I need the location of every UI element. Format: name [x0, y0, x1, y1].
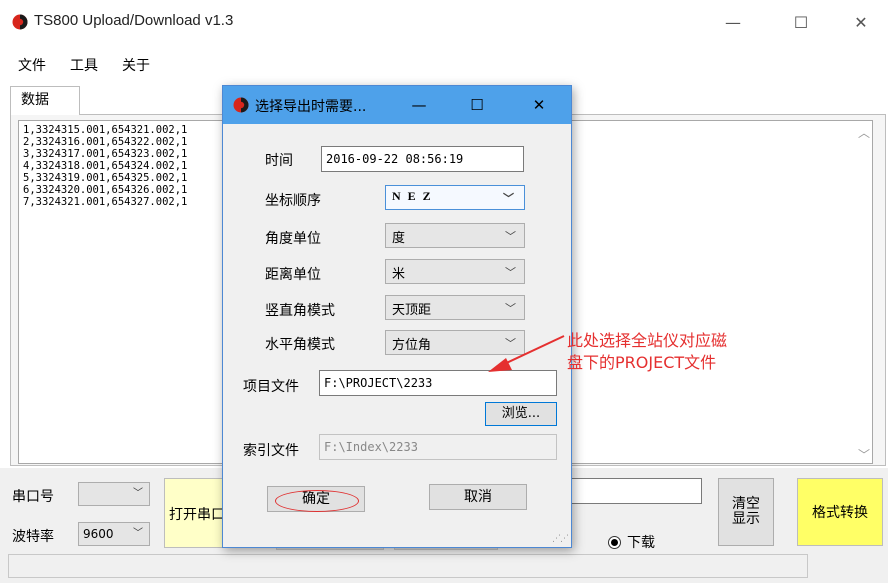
annotation-note: 此处选择全站仪对应磁 盘下的PROJECT文件	[567, 330, 727, 374]
coord-order-select[interactable]: N E Z ﹀	[385, 185, 525, 210]
dialog-title: 选择导出时需要...	[255, 99, 367, 115]
minimize-button[interactable]: —	[710, 7, 756, 37]
status-bar	[8, 554, 808, 578]
radio-download-label: 下载	[627, 535, 655, 551]
dialog-minimize-button[interactable]: —	[401, 90, 437, 120]
menubar: 文件 工具 关于	[0, 54, 162, 78]
angle-unit-value: 度	[392, 231, 406, 246]
time-input[interactable]: 2016-09-22 08:56:19	[321, 146, 524, 172]
coord-order-label: 坐标顺序	[265, 193, 321, 209]
app-icon	[233, 97, 249, 113]
export-options-dialog: 选择导出时需要... — ☐ ✕ 时间 2016-09-22 08:56:19 …	[222, 85, 572, 548]
radio-download[interactable]: 下载	[608, 532, 655, 552]
annotation-line2: 盘下的PROJECT文件	[567, 353, 717, 372]
chevron-down-icon: ﹀	[503, 193, 516, 205]
baud-rate-value: 9600	[83, 527, 114, 541]
close-button[interactable]: ✕	[838, 7, 884, 37]
menu-about[interactable]: 关于	[110, 54, 162, 78]
chevron-down-icon: ﹀	[505, 230, 516, 243]
vertical-angle-mode-label: 竖直角模式	[265, 303, 335, 319]
angle-unit-select[interactable]: 度 ﹀	[385, 223, 525, 248]
chevron-down-icon: ﹀	[505, 302, 516, 315]
window-title: TS800 Upload/Download v1.3	[34, 12, 234, 29]
index-file-input: F:\Index\2233	[319, 434, 557, 460]
radio-selected-icon	[608, 535, 621, 549]
menu-tools[interactable]: 工具	[58, 54, 110, 78]
horizontal-angle-mode-label: 水平角模式	[265, 337, 335, 353]
coord-order-value: N E Z	[392, 189, 433, 203]
baud-rate-label: 波特率	[12, 529, 54, 545]
distance-unit-value: 米	[392, 267, 406, 282]
vertical-angle-mode-select[interactable]: 天顶距 ﹀	[385, 295, 525, 320]
tab-data[interactable]: 数据	[10, 86, 80, 115]
scroll-down-icon[interactable]: ﹀	[858, 446, 870, 463]
menu-file[interactable]: 文件	[0, 54, 58, 78]
baud-rate-select[interactable]: 9600 ﹀	[78, 522, 150, 546]
dialog-maximize-button[interactable]: ☐	[459, 90, 495, 120]
angle-unit-label: 角度单位	[265, 231, 321, 247]
browse-button[interactable]: 浏览...	[485, 402, 557, 426]
dialog-close-button[interactable]: ✕	[521, 90, 557, 120]
com-port-label: 串口号	[12, 489, 54, 505]
com-port-select[interactable]: ﹀	[78, 482, 150, 506]
app-icon	[12, 14, 28, 30]
clear-display-button[interactable]: 清空 显示	[718, 478, 774, 546]
cancel-button[interactable]: 取消	[429, 484, 527, 510]
annotation-arrow-icon	[488, 335, 565, 372]
format-convert-button[interactable]: 格式转换	[797, 478, 883, 546]
chevron-down-icon: ﹀	[133, 488, 143, 499]
horizontal-angle-mode-value: 方位角	[392, 338, 432, 353]
chevron-down-icon: ﹀	[505, 266, 516, 279]
highlight-circle	[275, 490, 359, 512]
scroll-up-icon[interactable]: ︿	[858, 124, 870, 141]
clear-label-line2: 显示	[732, 511, 760, 527]
resize-grip-icon[interactable]: ⋰⋰	[552, 534, 569, 544]
index-file-label: 索引文件	[243, 443, 299, 459]
distance-unit-select[interactable]: 米 ﹀	[385, 259, 525, 284]
open-port-button[interactable]: 打开串口	[164, 478, 226, 548]
clear-label-line1: 清空	[732, 496, 760, 512]
time-label: 时间	[265, 153, 293, 169]
distance-unit-label: 距离单位	[265, 267, 321, 283]
maximize-button[interactable]: ☐	[778, 7, 824, 37]
command-input[interactable]	[570, 478, 702, 504]
project-file-label: 项目文件	[243, 379, 299, 395]
vertical-angle-mode-value: 天顶距	[392, 303, 432, 318]
annotation-line1: 此处选择全站仪对应磁	[567, 331, 728, 350]
chevron-down-icon: ﹀	[133, 528, 143, 539]
